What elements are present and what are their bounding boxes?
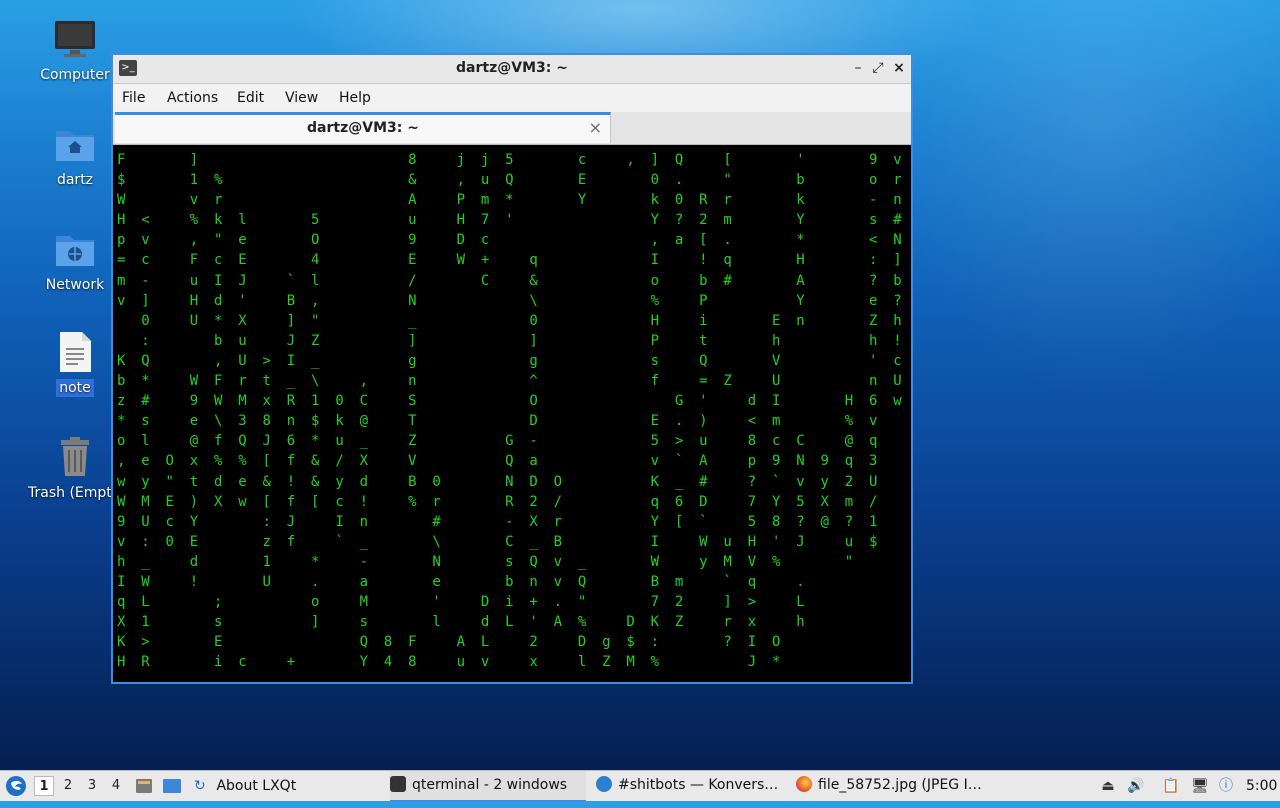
maximize-button[interactable]: ⤢ xyxy=(869,59,887,77)
desktop-icon-computer[interactable]: Computer xyxy=(25,18,125,84)
desktop-switch-2[interactable]: 2 xyxy=(58,776,78,796)
minimize-button[interactable]: – xyxy=(849,59,867,77)
clock[interactable]: 5:00 xyxy=(1246,771,1278,801)
window-titlebar[interactable]: >_ dartz@VM3: ~ – ⤢ × xyxy=(113,55,911,84)
firefox-icon xyxy=(796,776,812,792)
desktop-switch-4[interactable]: 4 xyxy=(106,776,126,796)
window-title: dartz@VM3: ~ xyxy=(456,60,568,76)
task-label: #shitbots — Konvers… xyxy=(618,777,779,793)
task-konversation[interactable]: #shitbots — Konvers… xyxy=(596,771,782,800)
menu-file[interactable]: File xyxy=(122,90,145,106)
desktop-switch-3[interactable]: 3 xyxy=(82,776,102,796)
task-label: file_58752.jpg (JPEG I… xyxy=(818,777,982,793)
tab-bar: dartz@VM3: ~ × xyxy=(113,112,911,145)
text-file-icon xyxy=(54,331,96,373)
volume-icon[interactable]: 🔊 xyxy=(1127,777,1145,795)
terminal-window[interactable]: >_ dartz@VM3: ~ – ⤢ × File Actions Edit … xyxy=(111,53,913,684)
about-icon: ↻ xyxy=(194,778,206,794)
desktop-icon-label: Computer xyxy=(40,67,110,83)
show-desktop-icon xyxy=(136,779,152,793)
task-firefox[interactable]: file_58752.jpg (JPEG I… xyxy=(796,771,996,800)
desktop-icon-label: dartz xyxy=(56,172,94,188)
network-folder-icon xyxy=(54,228,96,270)
desktop-icon-note[interactable]: note xyxy=(25,331,125,397)
task-qterminal[interactable]: qterminal - 2 windows xyxy=(390,771,586,802)
lxqt-logo-icon xyxy=(6,776,26,796)
terminal-output: F ] 8 j j 5 c , ] Q [ ' 9 v i $ 1 % & , … xyxy=(117,152,906,671)
taskbar: 1 2 3 4 ↻ About LXQt qterminal - 2 windo… xyxy=(0,770,1280,802)
about-lxqt-button[interactable]: ↻ About LXQt xyxy=(194,771,314,801)
task-label: qterminal - 2 windows xyxy=(412,777,568,793)
trash-icon xyxy=(54,436,96,478)
show-desktop-button[interactable] xyxy=(135,771,153,801)
terminal-screen[interactable]: F ] 8 j j 5 c , ] Q [ ' 9 v i $ 1 % & , … xyxy=(117,148,909,680)
desktop-icon-network[interactable]: Network xyxy=(25,228,125,294)
desktop-switch-1[interactable]: 1 xyxy=(34,776,54,796)
folder-icon xyxy=(163,779,181,793)
clipboard-icon[interactable]: 📋 xyxy=(1162,777,1180,795)
menu-view[interactable]: View xyxy=(285,90,318,106)
desktop-icon-label: note xyxy=(56,379,94,397)
terminal-icon xyxy=(390,776,406,792)
konversation-icon xyxy=(596,776,612,792)
close-button[interactable]: × xyxy=(890,59,908,77)
tab-terminal[interactable]: dartz@VM3: ~ × xyxy=(115,112,611,143)
menu-help[interactable]: Help xyxy=(339,90,371,106)
computer-icon xyxy=(54,18,96,60)
network-tray-icon[interactable]: 🖥 xyxy=(1191,777,1209,795)
start-menu-button[interactable] xyxy=(5,771,27,801)
menubar: File Actions Edit View Help xyxy=(113,84,911,112)
tab-label: dartz@VM3: ~ xyxy=(307,120,419,136)
desktop-icon-home[interactable]: dartz xyxy=(25,123,125,189)
home-folder-icon xyxy=(54,123,96,165)
eject-icon[interactable]: ⏏ xyxy=(1099,777,1117,795)
menu-actions[interactable]: Actions xyxy=(167,90,218,106)
notification-icon[interactable]: ⓘ xyxy=(1217,777,1235,795)
file-manager-launcher[interactable] xyxy=(162,771,184,801)
desktop-icon-trash[interactable]: Trash (Empty) xyxy=(25,436,126,502)
tab-close-icon[interactable]: × xyxy=(589,118,602,137)
about-label: About LXQt xyxy=(216,778,297,794)
desktop-icon-label: Network xyxy=(45,277,105,293)
menu-edit[interactable]: Edit xyxy=(237,90,264,106)
